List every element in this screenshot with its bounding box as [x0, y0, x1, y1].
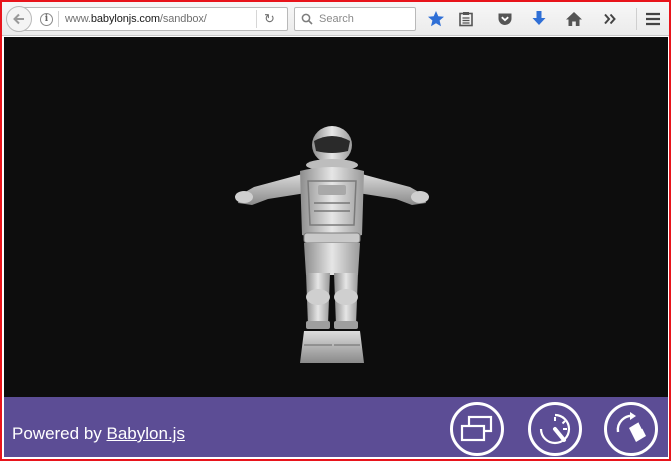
hamburger-menu-icon [646, 12, 660, 26]
bookmark-button[interactable] [426, 9, 446, 29]
menu-button[interactable] [643, 9, 663, 29]
home-icon [566, 12, 582, 26]
pocket-icon [498, 13, 512, 25]
reading-list-button[interactable] [456, 9, 476, 29]
fullscreen-button[interactable] [450, 402, 504, 456]
pocket-button[interactable] [495, 9, 515, 29]
debug-layer-button[interactable] [528, 402, 582, 456]
load-file-button[interactable] [604, 402, 658, 456]
reading-list-icon [459, 12, 473, 27]
toolbar-separator [636, 8, 637, 30]
search-input[interactable]: Search [294, 7, 416, 31]
url-text[interactable]: www.babylonjs.com/sandbox/ [65, 13, 207, 25]
back-button[interactable] [6, 6, 32, 32]
search-icon [301, 13, 313, 25]
downloads-icon [532, 11, 546, 25]
reload-icon[interactable]: ↻ [264, 11, 275, 27]
babylonjs-link[interactable]: Babylon.js [107, 424, 185, 443]
overflow-chevron-icon [604, 13, 616, 25]
debug-layer-gauge-icon [539, 413, 571, 445]
downloads-button[interactable] [529, 9, 549, 29]
url-separator [58, 11, 59, 27]
search-placeholder: Search [319, 13, 354, 25]
load-file-icon [616, 412, 647, 442]
browser-toolbar: i www.babylonjs.com/sandbox/ ↻ Search [2, 2, 669, 36]
info-icon[interactable]: i [40, 13, 53, 26]
powered-by-text: Powered by Babylon.js [12, 424, 185, 443]
back-arrow-icon [13, 13, 24, 25]
url-divider [256, 10, 257, 28]
overflow-button[interactable] [600, 9, 620, 29]
footer-bar: Powered by Babylon.js [4, 397, 668, 457]
fullscreen-icon [460, 415, 493, 442]
home-button[interactable] [564, 9, 584, 29]
render-canvas[interactable] [4, 37, 668, 397]
url-bar[interactable]: i www.babylonjs.com/sandbox/ ↻ [24, 7, 288, 31]
bookmark-star-icon [428, 11, 444, 27]
astronaut-model [235, 126, 429, 363]
